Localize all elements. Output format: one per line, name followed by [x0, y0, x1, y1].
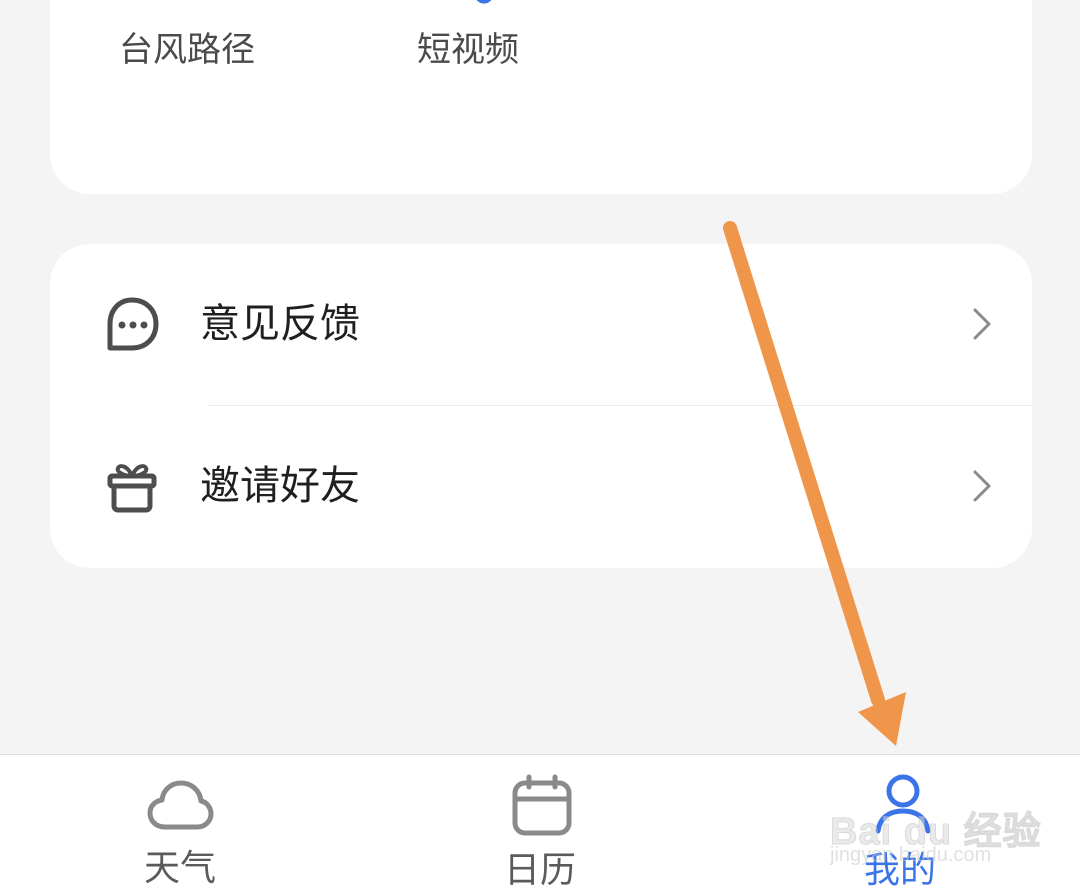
shortcuts-card: 台风路径 短视频: [50, 0, 1032, 194]
shortcut-short-video[interactable]: 短视频: [370, 0, 570, 194]
shortcut-typhoon-path-label: 台风路径: [119, 30, 255, 70]
tab-mine[interactable]: 我的: [800, 755, 1000, 893]
menu-item-invite[interactable]: 邀请好友: [50, 406, 1032, 568]
page: 台风路径 短视频 意见反馈 邀请好友 天气 日历 我的 Bai du 经验 ji…: [0, 0, 1080, 893]
chevron-right-icon: [973, 470, 991, 502]
tab-weather-label: 天气: [143, 848, 216, 889]
chevron-right-icon: [973, 308, 991, 340]
menu-item-feedback[interactable]: 意见反馈: [50, 244, 1032, 406]
tab-calendar-label: 日历: [503, 850, 576, 891]
calendar-icon: [512, 774, 572, 836]
typhoon-path-icon: [157, 0, 227, 16]
tab-mine-label: 我的: [863, 850, 936, 891]
bottom-tab-bar: 天气 日历 我的: [0, 754, 1080, 893]
menu-card: 意见反馈 邀请好友: [50, 244, 1032, 568]
gift-icon: [107, 464, 157, 513]
menu-item-feedback-label: 意见反馈: [200, 301, 360, 347]
tab-weather[interactable]: 天气: [80, 755, 280, 893]
shortcut-typhoon-path[interactable]: 台风路径: [95, 0, 295, 194]
profile-icon: [875, 774, 931, 834]
cloud-icon: [147, 780, 214, 830]
chat-bubble-icon: [107, 297, 159, 351]
tab-calendar[interactable]: 日历: [440, 755, 640, 893]
shortcut-short-video-label: 短视频: [417, 30, 519, 70]
short-video-icon: [476, 0, 492, 4]
menu-item-invite-label: 邀请好友: [200, 463, 360, 509]
